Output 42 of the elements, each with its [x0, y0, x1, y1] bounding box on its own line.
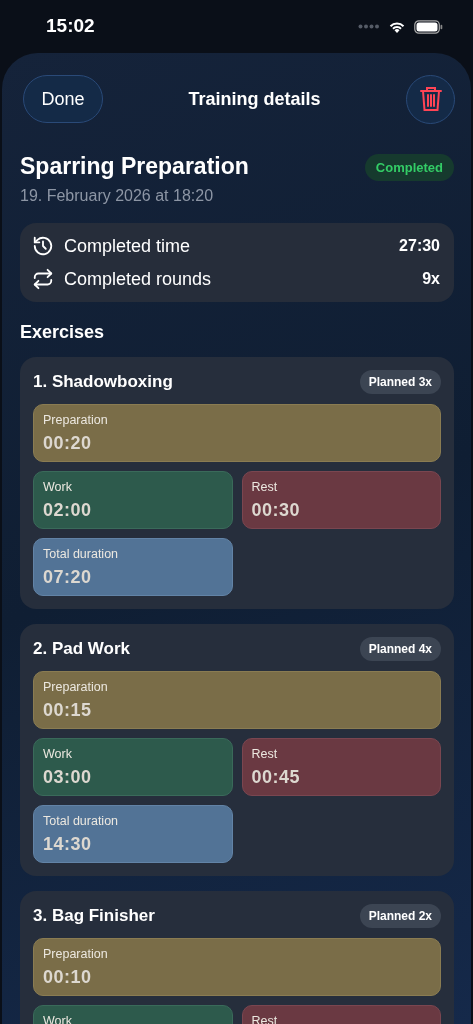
tile-label: Preparation: [43, 413, 109, 427]
summary-value: 9x: [422, 270, 440, 288]
status-badge: Completed: [364, 154, 454, 181]
done-button[interactable]: Done: [23, 75, 103, 123]
tile-value: 02:00: [43, 500, 93, 521]
signal-icon: [358, 24, 380, 29]
repeat-icon: [32, 268, 54, 290]
exercise-name: 3. Bag Finisher: [33, 906, 155, 926]
tile-value: 03:00: [43, 767, 93, 788]
battery-icon: [414, 19, 443, 34]
summary-label: Completed time: [64, 235, 192, 257]
training-name: Sparring Preparation: [20, 153, 249, 180]
tile-value: 00:10: [43, 967, 93, 988]
tile-label: Rest: [251, 480, 279, 494]
tile-label: Total duration: [43, 814, 120, 828]
planned-badge: Planned 3x: [359, 370, 441, 394]
exercise-name: 1. Shadowboxing: [33, 372, 173, 392]
summary-label: Completed rounds: [64, 268, 213, 290]
planned-badge: Planned 4x: [359, 637, 441, 661]
tile-value: 14:30: [43, 834, 93, 855]
exercise-name: 2. Pad Work: [33, 639, 130, 659]
history-icon: [32, 235, 54, 257]
training-date: 19. February 2026 at 18:20: [20, 187, 215, 205]
tile-label: Preparation: [43, 680, 109, 694]
screen-title: Training details: [188, 88, 321, 110]
tile-value: 00:30: [251, 500, 302, 521]
tile-value: 00:20: [43, 433, 93, 454]
tile-value: 00:45: [251, 767, 302, 788]
tile-label: Total duration: [43, 547, 120, 561]
tile-value: 07:20: [43, 567, 93, 588]
trash-icon: [419, 86, 442, 112]
tile-label: Work: [43, 480, 73, 494]
summary-value: 27:30: [399, 237, 440, 255]
section-heading: Exercises: [20, 322, 106, 343]
tile-value: 00:15: [43, 700, 93, 721]
delete-button[interactable]: [406, 74, 455, 124]
status-time: 15:02: [46, 15, 95, 37]
wifi-icon: [388, 19, 406, 34]
planned-badge: Planned 2x: [359, 904, 441, 928]
tile-label: Preparation: [43, 947, 109, 961]
tile-label: Work: [43, 747, 73, 761]
tile-label: Rest: [251, 747, 279, 761]
